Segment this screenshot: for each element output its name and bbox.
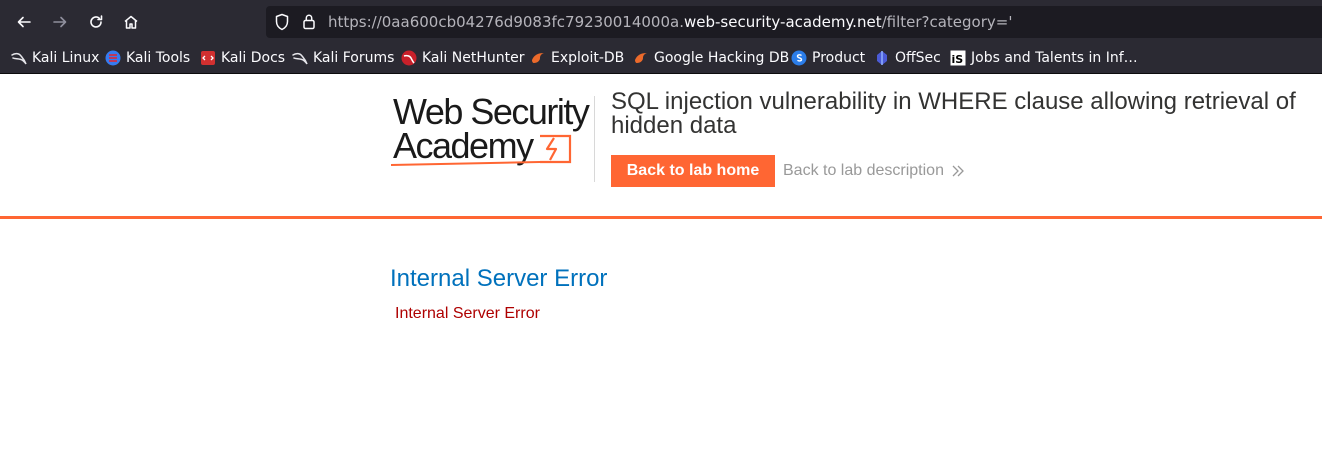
reload-icon[interactable] (82, 8, 110, 36)
url-path: /filter?category=' (881, 13, 1013, 31)
exploit-db-icon (530, 50, 546, 66)
bookmark-kali-forums[interactable]: Kali Forums (292, 47, 394, 69)
header-divider (594, 96, 595, 182)
page-content: Web Security Academy SQL injection vulne… (0, 74, 1322, 451)
forward-icon[interactable] (46, 8, 74, 36)
url-text[interactable]: https://0aa600cb04276d9083fc79230014000a… (328, 12, 1012, 32)
home-icon[interactable] (117, 8, 145, 36)
error-message: Internal Server Error (395, 305, 540, 322)
offsec-icon (874, 50, 890, 66)
browser-toolbar: https://0aa600cb04276d9083fc79230014000a… (0, 0, 1322, 43)
svg-text:iS: iS (952, 53, 964, 66)
kali-tools-icon (105, 50, 121, 66)
bookmark-kali-nethunter[interactable]: Kali NetHunter (401, 47, 524, 69)
back-icon[interactable] (10, 8, 38, 36)
back-to-lab-home-button[interactable]: Back to lab home (611, 155, 775, 187)
web-security-academy-logo[interactable]: Web Security Academy (390, 92, 590, 168)
bookmark-label: Google Hacking DB (654, 50, 790, 66)
bookmark-kali-linux[interactable]: Kali Linux (11, 47, 99, 69)
product-icon (791, 50, 807, 66)
bookmark-product[interactable]: Product (791, 47, 865, 69)
lab-header: Web Security Academy SQL injection vulne… (0, 74, 1322, 219)
bookmark-label: Kali Forums (313, 50, 395, 66)
nethunter-icon (401, 50, 417, 66)
exploit-db-icon (633, 50, 649, 66)
double-chevron-right-icon[interactable] (951, 163, 965, 182)
bookmark-label: OffSec (895, 50, 941, 66)
bookmark-google-hacking-db[interactable]: Google Hacking DB (633, 47, 789, 69)
kali-dragon-icon (11, 50, 27, 66)
kali-dragon-icon (292, 50, 308, 66)
bookmark-jobs-and-talents[interactable]: iS Jobs and Talents in Inf… (950, 47, 1138, 69)
back-to-lab-description-link[interactable]: Back to lab description (783, 162, 944, 180)
bookmark-label: Kali Linux (32, 50, 100, 66)
bookmark-kali-tools[interactable]: Kali Tools (105, 47, 190, 69)
tracking-shield-icon[interactable] (274, 13, 290, 35)
bookmark-label: Kali Tools (126, 50, 191, 66)
lock-icon[interactable] (302, 13, 316, 35)
url-domain: web-security-academy.net (683, 13, 882, 31)
url-prefix: https://0aa600cb04276d9083fc79230014000a… (328, 13, 684, 31)
lab-title: SQL injection vulnerability in WHERE cla… (611, 88, 1296, 139)
bookmark-exploit-db[interactable]: Exploit-DB (530, 47, 624, 69)
logo-bolt-icon (390, 134, 572, 166)
bookmark-label: Kali NetHunter (422, 50, 525, 66)
address-bar[interactable]: https://0aa600cb04276d9083fc79230014000a… (266, 6, 1322, 38)
bookmark-offsec[interactable]: OffSec (874, 47, 941, 69)
error-title: Internal Server Error (390, 265, 608, 292)
bookmark-label: Jobs and Talents in Inf… (971, 50, 1138, 66)
bookmark-label: Kali Docs (221, 50, 286, 66)
is-icon: iS (950, 50, 966, 66)
bookmarks-toolbar: Kali Linux Kali Tools Kali Docs Kali For… (0, 43, 1322, 74)
bookmark-kali-docs[interactable]: Kali Docs (200, 47, 285, 69)
kali-docs-icon (200, 50, 216, 66)
bookmark-label: Product (812, 50, 866, 66)
bookmark-label: Exploit-DB (551, 50, 625, 66)
